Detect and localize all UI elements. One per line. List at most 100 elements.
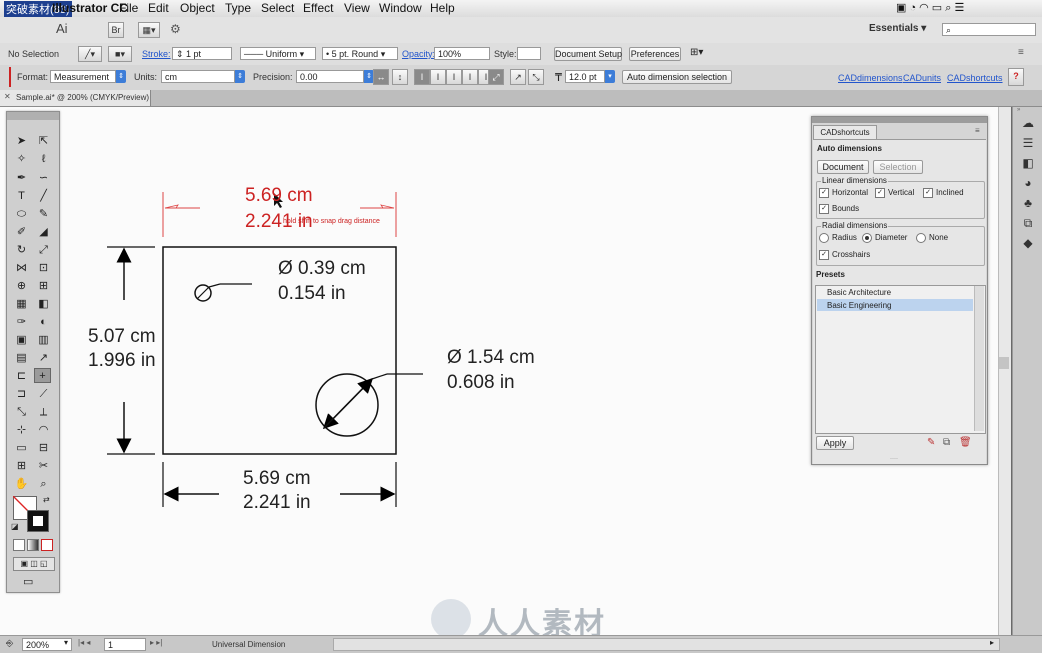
text-align-1-icon[interactable]: I: [414, 69, 430, 85]
color-mode-icon[interactable]: [13, 539, 25, 551]
crosshairs-checkbox[interactable]: ✓ Crosshairs: [819, 250, 870, 260]
vertical-checkbox[interactable]: ✓ Vertical: [875, 188, 914, 198]
dimension-tool-f-icon[interactable]: ⊹: [13, 423, 30, 438]
menu-object[interactable]: Object: [180, 1, 215, 15]
opacity-field[interactable]: 100%: [434, 47, 490, 60]
menu-help[interactable]: Help: [430, 1, 455, 15]
font-size-dropdown-icon[interactable]: ▾: [605, 70, 615, 83]
new-preset-icon[interactable]: ⧉: [943, 437, 950, 448]
panel-tab-cadshortcuts[interactable]: CADshortcuts: [813, 125, 877, 139]
dimension-tool-b-icon[interactable]: ⊐: [13, 387, 30, 402]
format-select[interactable]: Measurement: [50, 70, 116, 83]
dimension-tool-g-icon[interactable]: ◠: [35, 423, 52, 438]
help-button[interactable]: ?: [1008, 68, 1024, 86]
text-align-4-icon[interactable]: I: [462, 69, 478, 85]
eyedropper-tool-icon[interactable]: ✑: [13, 315, 30, 330]
zoom-tool-icon[interactable]: ⌕: [35, 477, 52, 492]
format-dropdown-icon[interactable]: ⇕: [116, 70, 126, 83]
stroke-swatch[interactable]: ■▾: [108, 46, 132, 62]
horizontal-checkbox[interactable]: ✓ Horizontal: [819, 188, 868, 198]
scroll-right-icon[interactable]: ▸: [990, 638, 994, 647]
close-tab-icon[interactable]: ✕: [4, 92, 11, 101]
menu-file[interactable]: File: [119, 1, 138, 15]
scale-tool-icon[interactable]: ⤢: [35, 243, 52, 258]
dimension-tool-e-icon[interactable]: ⟂: [35, 405, 52, 420]
dimension-tool-a-icon[interactable]: ⊏: [13, 369, 30, 384]
presets-scrollbar[interactable]: [974, 286, 984, 431]
artboard-tool-icon[interactable]: ▤: [13, 351, 30, 366]
search-input[interactable]: ⌕: [942, 23, 1036, 36]
gradient-tool-icon[interactable]: ◧: [35, 297, 52, 312]
swap-colors-icon[interactable]: ⇄: [43, 495, 50, 504]
panel-menu-icon[interactable]: ≡: [975, 126, 980, 135]
perspective-grid-tool-icon[interactable]: ⊞: [35, 279, 52, 294]
universal-dimension-tool-icon[interactable]: +: [34, 368, 51, 383]
drawing-modes-icon[interactable]: ▣ ◫ ◱: [13, 557, 55, 571]
none-mode-icon[interactable]: [41, 539, 53, 551]
variable-width-profile[interactable]: ─── Uniform ▾: [240, 47, 316, 60]
bridge-icon[interactable]: Br: [108, 22, 124, 38]
slice-tool-icon[interactable]: ↗: [35, 351, 52, 366]
cadshortcuts-link[interactable]: CADshortcuts: [947, 73, 1003, 83]
tab-selection[interactable]: Selection: [873, 160, 923, 174]
dock-grip[interactable]: »: [1017, 107, 1039, 113]
menu-edit[interactable]: Edit: [148, 1, 169, 15]
color-guide-icon[interactable]: ◧: [1020, 155, 1036, 171]
symbol-sprayer-tool-icon[interactable]: ▣: [13, 333, 30, 348]
preset-item[interactable]: Basic Architecture: [827, 288, 891, 297]
sync-icon[interactable]: ⚙: [170, 22, 181, 36]
menu-view[interactable]: View: [344, 1, 370, 15]
free-transform-tool-icon[interactable]: ⊡: [35, 261, 52, 276]
fill-swatch[interactable]: ╱▾: [78, 46, 102, 62]
magic-wand-tool-icon[interactable]: ✧: [13, 152, 30, 167]
resize-grip[interactable]: ····: [890, 456, 908, 462]
pen-tool-icon[interactable]: ✒: [13, 171, 30, 186]
none-radio[interactable]: None: [916, 233, 948, 243]
cadunits-link[interactable]: CADunits: [903, 73, 941, 83]
vertical-scrollbar[interactable]: [998, 107, 1011, 635]
measure-tool-icon[interactable]: ✂: [35, 459, 52, 474]
units-dropdown-icon[interactable]: ⇕: [235, 70, 245, 83]
horizontal-scrollbar[interactable]: [333, 638, 1000, 651]
preferences-button[interactable]: Preferences: [629, 47, 681, 61]
libraries-icon[interactable]: ☁: [1020, 115, 1036, 131]
panel-grip[interactable]: [812, 117, 987, 123]
ellipse-tool-icon[interactable]: ⬭: [13, 207, 30, 222]
paintbrush-tool-icon[interactable]: ✎: [35, 207, 52, 222]
text-align-3-icon[interactable]: I: [446, 69, 462, 85]
crop-tool-icon[interactable]: ⊞: [13, 459, 30, 474]
opacity-label[interactable]: Opacity:: [402, 49, 435, 59]
document-setup-button[interactable]: Document Setup: [554, 47, 622, 61]
first-artboard-icon[interactable]: |◂ ◂: [78, 638, 90, 647]
screen-mode-icon[interactable]: ▭: [23, 575, 33, 588]
shape-builder-tool-icon[interactable]: ⊕: [13, 279, 30, 294]
menu-type[interactable]: Type: [225, 1, 251, 15]
brush-definition[interactable]: • 5 pt. Round ▾: [322, 47, 398, 60]
workspace-switcher[interactable]: Essentials ▾: [869, 23, 926, 34]
font-size-field[interactable]: 12.0 pt: [565, 70, 605, 83]
dimension-tool-h-icon[interactable]: ▭: [13, 441, 30, 456]
line-tool-icon[interactable]: ╱: [35, 189, 52, 204]
text-align-2-icon[interactable]: I: [430, 69, 446, 85]
width-tool-icon[interactable]: ⋈: [13, 261, 30, 276]
edit-preset-icon[interactable]: ✎: [927, 437, 935, 448]
radius-radio[interactable]: Radius: [819, 233, 857, 243]
eraser-tool-icon[interactable]: ◢: [35, 225, 52, 240]
rotate-tool-icon[interactable]: ↻: [13, 243, 30, 258]
pathfinder-icon[interactable]: ⧉: [1020, 215, 1036, 231]
stroke-weight-field[interactable]: ⇕ 1 pt: [172, 47, 232, 60]
zoom-dropdown-icon[interactable]: ▾: [64, 638, 68, 647]
gradient-mode-icon[interactable]: [27, 539, 39, 551]
shaper-tool-icon[interactable]: ✐: [13, 225, 30, 240]
blend-tool-icon[interactable]: ◐: [35, 315, 52, 330]
dimension-tool-c-icon[interactable]: ⟋: [35, 387, 52, 402]
delete-preset-icon[interactable]: 🗑: [959, 437, 972, 448]
menu-effect[interactable]: Effect: [303, 1, 333, 15]
graphic-style-swatch[interactable]: [517, 47, 541, 60]
stroke-label[interactable]: Stroke:: [142, 49, 171, 59]
horizontal-dim-icon[interactable]: ↔: [373, 69, 389, 85]
curvature-tool-icon[interactable]: ∽: [35, 171, 52, 186]
dimension-tool-d-icon[interactable]: ⤡: [13, 405, 30, 420]
app-name-menu[interactable]: Illustrator CC: [52, 1, 128, 15]
align-icon[interactable]: ⊞▾: [690, 47, 703, 58]
